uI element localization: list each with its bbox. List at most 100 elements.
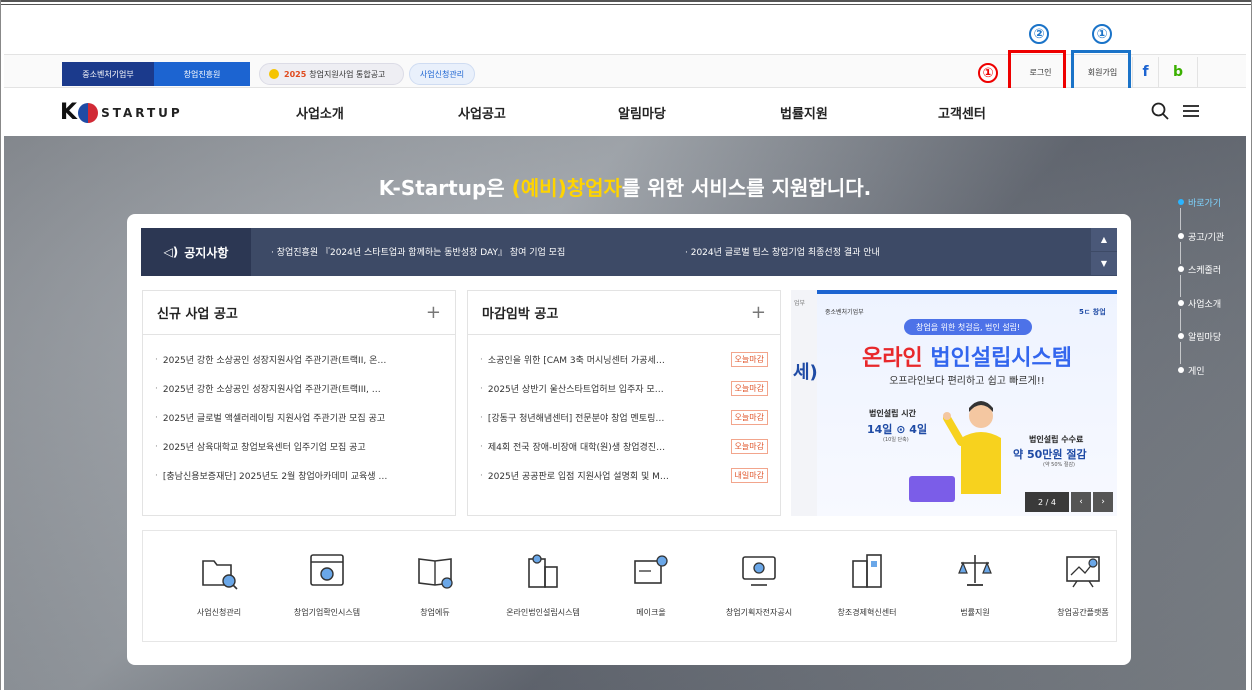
hero-title-highlight: (예비)창업자 <box>511 176 622 200</box>
notice-arrows: ▲ ▼ <box>1091 228 1117 276</box>
list-item[interactable]: · [충남신용보증재단] 2025년도 2월 창업아카데미 교육생 … <box>155 461 443 490</box>
banner-slide: 중소벤처기업부 5ㄷ 창업 창업을 위한 첫걸음, 법인 설립! 온라인 법인설… <box>817 290 1117 516</box>
banner-prev-text: 세) <box>793 362 818 383</box>
deadline-badge: 오늘마감 <box>730 352 768 367</box>
quick-nav-label: 게인 <box>1188 366 1205 377</box>
deadline-badge: 오늘마감 <box>730 410 768 425</box>
service-planner-disclosure[interactable]: 창업기획자전자공시 <box>705 531 813 643</box>
search-icon[interactable] <box>1151 102 1169 120</box>
facebook-icon[interactable]: f <box>1132 57 1158 87</box>
kised-link-button[interactable]: 창업진흥원 <box>154 62 250 86</box>
window-check-icon <box>310 554 344 586</box>
kstartup-logo[interactable]: K STARTUP <box>60 100 183 125</box>
service-startup-edu[interactable]: 창업에듀 <box>381 531 489 643</box>
lightbulb-icon <box>269 69 279 79</box>
smes-link-button[interactable]: 중소벤처기업부 <box>62 62 154 86</box>
service-online-incorporation[interactable]: 온라인법인설립시스템 <box>489 531 597 643</box>
monitor-icon <box>742 556 776 586</box>
notice-year: 2025 <box>284 69 307 79</box>
quick-nav: 바로가기 공고/기관 스케줄러 사업소개 알림마당 게인 <box>1176 196 1246 397</box>
deadline-badge: 내일마감 <box>730 468 768 483</box>
banner-previous-slide: 업부 세) <box>791 290 818 516</box>
banner-pill: 창업을 위한 첫걸음, 법인 설립! <box>904 319 1033 335</box>
notice-item[interactable]: · 2024년 글로벌 팁스 창업기업 최종선정 결과 안내 <box>685 245 880 258</box>
nav-item-business-intro[interactable]: 사업소개 <box>296 103 344 122</box>
list-item-text: 2025년 강한 소상공인 성장지원사업 주관기관(트랙III, … <box>162 385 381 395</box>
speaker-icon: ◁) <box>163 245 179 259</box>
chevron-up-icon[interactable]: ▲ <box>1091 228 1117 252</box>
banner-fee-note: (약 50% 절감) <box>1043 462 1075 468</box>
banner-headline-red: 온라인 <box>861 346 923 371</box>
list-item[interactable]: · 2025년 글로벌 액셀러레이팅 지원사업 주관기관 모집 공고 <box>155 403 443 432</box>
list-item-text: 2025년 강한 소상공인 성장지원사업 주관기관(트랙II, 온… <box>162 356 387 366</box>
chevron-right-icon[interactable]: › <box>1093 492 1113 512</box>
service-label: 창업기업확인시스템 <box>293 608 361 617</box>
nav-item-legal-support[interactable]: 법률지원 <box>780 103 828 122</box>
banner-time-note: (10일 단축) <box>883 437 909 443</box>
deadline-list: · 소공인을 위한 [CAM 3축 머시닝센터 가공세… 오늘마감 · 2025년 상… <box>468 335 780 490</box>
list-item-text: [강동구 청년해냄센터] 전문분야 창업 멘토링… <box>487 414 665 424</box>
bullet-icon: · <box>480 441 483 452</box>
service-makeall[interactable]: 메이크올 <box>597 531 705 643</box>
quick-nav-personal[interactable]: 게인 <box>1176 364 1246 398</box>
nav-item-notifications[interactable]: 알림마당 <box>618 103 666 122</box>
banner-headline-blue: 법인설립시스템 <box>922 346 1073 371</box>
service-startup-space[interactable]: 창업공간플랫폼 <box>1029 531 1137 643</box>
deadline-badge: 오늘마감 <box>730 381 768 396</box>
list-item[interactable]: · 2025년 강한 소상공인 성장지원사업 주관기관(트랙III, … <box>155 374 443 403</box>
list-item[interactable]: · 2025년 강한 소상공인 성장지원사업 주관기관(트랙II, 온… <box>155 345 443 374</box>
service-business-application[interactable]: 사업신청관리 <box>165 531 273 643</box>
banner-controls: 2 / 4 ‹ › <box>1025 492 1113 512</box>
chevron-down-icon[interactable]: ▼ <box>1091 252 1117 276</box>
quick-nav-notice-org[interactable]: 공고/기관 <box>1176 230 1246 264</box>
panel-title: 신규 사업 공고 <box>157 307 238 322</box>
new-business-panel: 신규 사업 공고 + · 2025년 강한 소상공인 성장지원사업 주관기관(트랙… <box>142 290 456 516</box>
list-item[interactable]: · 2025년 공공판로 입점 지원사업 설명회 및 M… 내일마감 <box>480 461 768 490</box>
service-creative-economy[interactable]: 창조경제혁신센터 <box>813 531 921 643</box>
notice-label: ◁) 공지사항 <box>141 228 251 276</box>
scale-icon <box>958 555 992 586</box>
plus-icon[interactable]: + <box>426 302 441 323</box>
book-icon <box>418 558 453 589</box>
quick-nav-shortcut[interactable]: 바로가기 <box>1176 196 1246 230</box>
list-item-text: 제4회 전국 장애-비장애 대학(원)생 창업경진… <box>487 443 666 453</box>
service-legal-support[interactable]: 법률지원 <box>921 531 1029 643</box>
quick-nav-connector <box>1180 208 1181 230</box>
list-item[interactable]: · 소공인을 위한 [CAM 3축 머시닝센터 가공세… 오늘마감 <box>480 345 768 374</box>
bullet-icon: · <box>480 383 483 394</box>
notice-item[interactable]: · 창업진흥원 『2024년 스타트업과 함께하는 동반성장 DAY』 참여 기… <box>271 245 565 258</box>
list-item[interactable]: · 제4회 전국 장애-비장애 대학(원)생 창업경진… 오늘마감 <box>480 432 768 461</box>
chevron-left-icon[interactable]: ‹ <box>1071 492 1091 512</box>
integrated-notice-pill[interactable]: 2025 창업지원사업 통합공고 <box>259 63 404 85</box>
nav-item-customer-center[interactable]: 고객센터 <box>938 103 986 122</box>
window-left-border <box>0 0 1 690</box>
list-item[interactable]: · 2025년 삼육대학교 창업보육센터 입주기업 모집 공고 <box>155 432 443 461</box>
office-building-icon <box>852 554 882 588</box>
plus-icon[interactable]: + <box>751 302 766 323</box>
promo-banner[interactable]: 업부 세) 중소벤처기업부 5ㄷ 창업 창업을 위한 첫걸음, 법인 설립! 온… <box>791 290 1117 516</box>
deadline-panel: 마감임박 공고 + · 소공인을 위한 [CAM 3축 머시닝센터 가공세… 오늘마… <box>467 290 781 516</box>
service-label: 창업기획자전자공시 <box>725 608 793 617</box>
quick-nav-connector <box>1180 241 1181 264</box>
blog-icon[interactable]: b <box>1158 57 1198 87</box>
quick-nav-business-intro[interactable]: 사업소개 <box>1176 297 1246 331</box>
bullet-icon: · <box>155 383 158 394</box>
banner-slide-counter: 2 / 4 <box>1025 492 1069 512</box>
quick-nav-scheduler[interactable]: 스케줄러 <box>1176 263 1246 297</box>
taegeuk-logo-icon <box>78 102 99 123</box>
hero-title-suffix: 를 위한 서비스를 지원합니다. <box>621 176 872 200</box>
bullet-icon: · <box>155 412 158 423</box>
service-startup-confirmation[interactable]: 창업기업확인시스템 <box>273 531 381 643</box>
list-item[interactable]: · 2025년 상반기 울산스타트업허브 입주자 모… 오늘마감 <box>480 374 768 403</box>
service-label: 창업공간플랫폼 <box>1057 608 1109 617</box>
nav-item-business-notice[interactable]: 사업공고 <box>458 103 506 122</box>
application-management-pill[interactable]: 사업신청관리 <box>409 63 475 85</box>
bullet-icon: · <box>480 412 483 423</box>
panel-header: 마감임박 공고 + <box>468 291 780 335</box>
hamburger-menu-icon[interactable] <box>1182 102 1200 120</box>
main-navigation: K STARTUP 사업소개 사업공고 알림마당 법률지원 고객센터 <box>4 88 1246 136</box>
list-item[interactable]: · [강동구 청년해냄센터] 전문분야 창업 멘토링… 오늘마감 <box>480 403 768 432</box>
bullet-icon: · <box>155 441 158 452</box>
quick-nav-notifications[interactable]: 알림마당 <box>1176 330 1246 364</box>
annotation-number-signup: ① <box>1092 24 1112 44</box>
